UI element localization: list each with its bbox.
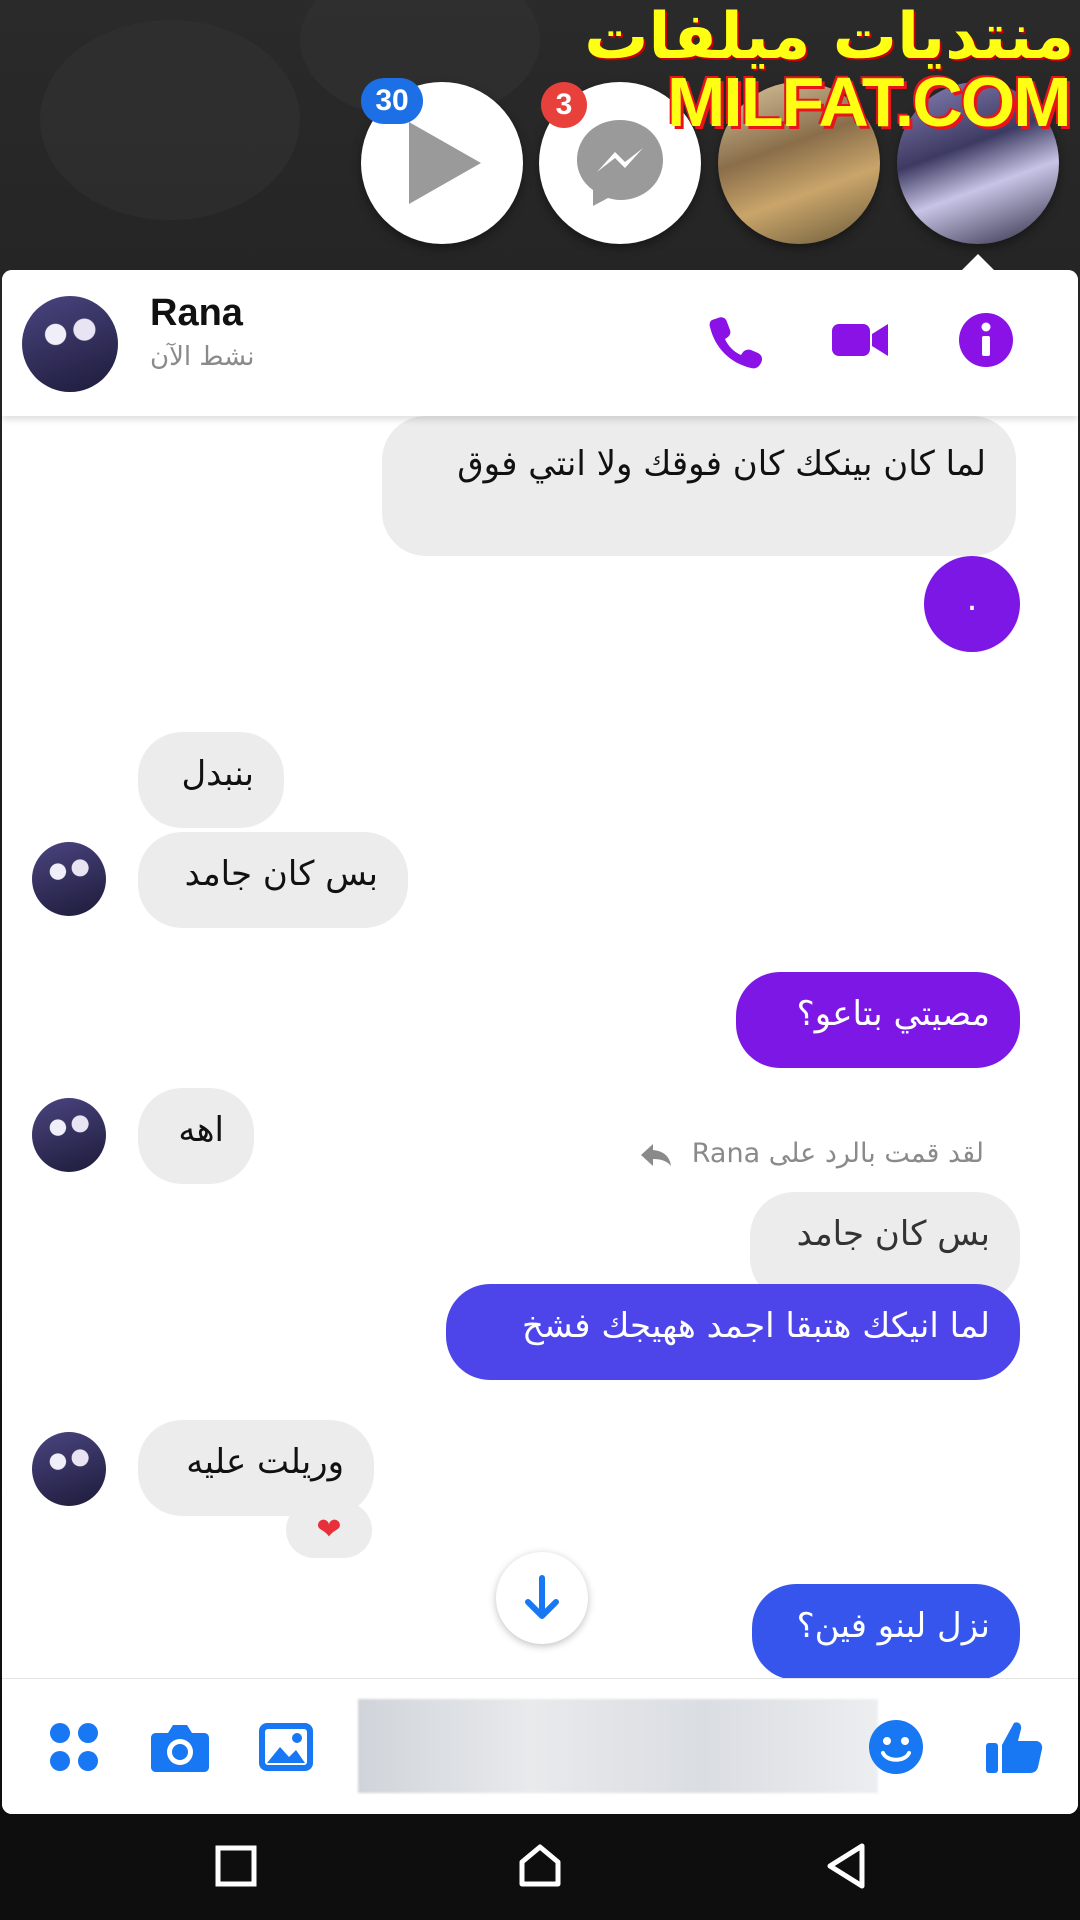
message-text: اهه [178, 1110, 224, 1150]
avatar[interactable] [32, 1432, 106, 1506]
background-blur [40, 20, 300, 220]
message-text: مصيتي بتاعو؟ [796, 994, 990, 1034]
recents-icon[interactable] [212, 1842, 260, 1890]
chat-panel: Rana نشط الآن لما كان بينكك كان فوقك ولا… [2, 270, 1078, 1814]
message-text: لما كان بينكك كان فوقك ولا انتي فوق [457, 444, 986, 484]
message-text: وريلت عليه [186, 1442, 344, 1482]
info-icon[interactable] [956, 310, 1016, 370]
quoted-text: بس كان جامد [796, 1214, 990, 1254]
message-text: بنبدل [181, 754, 254, 794]
back-icon[interactable] [822, 1842, 870, 1890]
composer-bar [2, 1678, 1078, 1814]
camera-icon[interactable] [148, 1715, 212, 1779]
message-bubble[interactable]: لما كان بينكك كان فوقك ولا انتي فوق [382, 416, 1016, 556]
thumbs-up-icon[interactable] [982, 1715, 1046, 1779]
messenger-badge: 3 [541, 82, 587, 128]
watermark-english: MILFAT.COM [667, 63, 1072, 141]
message-bubble[interactable]: بنبدل [138, 732, 284, 828]
arrow-down-icon [525, 1575, 559, 1619]
contact-name[interactable]: Rana [150, 292, 243, 335]
home-icon[interactable] [516, 1842, 564, 1890]
active-status: نشط الآن [150, 342, 255, 372]
chat-header: Rana نشط الآن [2, 270, 1078, 416]
message-bubble[interactable]: لما انيكك هتبقا اجمد ههيجك فشخ [446, 1284, 1020, 1380]
heart-reaction[interactable]: ❤ [286, 1502, 372, 1558]
reply-arrow-icon [641, 1143, 672, 1166]
message-list[interactable]: لما كان بينكك كان فوقك ولا انتي فوق . بن… [2, 416, 1078, 1680]
avatar[interactable] [32, 1098, 106, 1172]
gallery-icon[interactable] [254, 1715, 318, 1779]
avatar[interactable] [32, 842, 106, 916]
reply-note: لقد قمت بالرد على Rana [639, 1138, 984, 1169]
video-badge: 30 [361, 78, 423, 124]
message-text: بس كان جامد [184, 854, 378, 894]
message-bubble[interactable]: مصيتي بتاعو؟ [736, 972, 1020, 1068]
message-bubble[interactable]: اهه [138, 1088, 254, 1184]
message-input[interactable] [358, 1699, 878, 1793]
message-text: لما انيكك هتبقا اجمد ههيجك فشخ [522, 1306, 990, 1346]
reply-note-text: لقد قمت بالرد على Rana [691, 1138, 984, 1169]
video-icon[interactable] [830, 310, 890, 370]
message-bubble[interactable]: بس كان جامد [138, 832, 408, 928]
message-bubble[interactable]: نزل لبنو فين؟ [752, 1584, 1020, 1680]
avatar[interactable] [22, 296, 118, 392]
system-nav-bar [0, 1814, 1080, 1920]
apps-icon[interactable] [42, 1715, 106, 1779]
phone-icon[interactable] [704, 310, 764, 370]
active-head-pointer [962, 254, 994, 270]
message-bubble[interactable]: . [924, 556, 1020, 652]
emoji-icon[interactable] [864, 1715, 928, 1779]
message-text: نزل لبنو فين؟ [796, 1606, 990, 1646]
scroll-to-bottom-button[interactable] [496, 1552, 588, 1644]
